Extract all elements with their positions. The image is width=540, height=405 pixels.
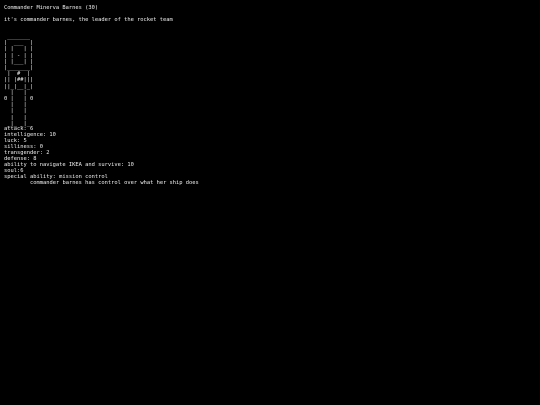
special-ability-description: commander barnes has control over what h… (30, 180, 199, 186)
stats-block: attack: 6 intelligence: 10 luck: 5 silli… (4, 126, 199, 186)
character-name-title: Commander Minerva Barnes (30) (4, 5, 99, 11)
terminal-screen: Commander Minerva Barnes (30) it's comma… (0, 0, 540, 405)
ascii-astronaut-icon: _______ | ___ | | | | | | | - | | | |___… (4, 34, 34, 127)
character-description: it's commander barnes, the leader of the… (4, 17, 173, 23)
